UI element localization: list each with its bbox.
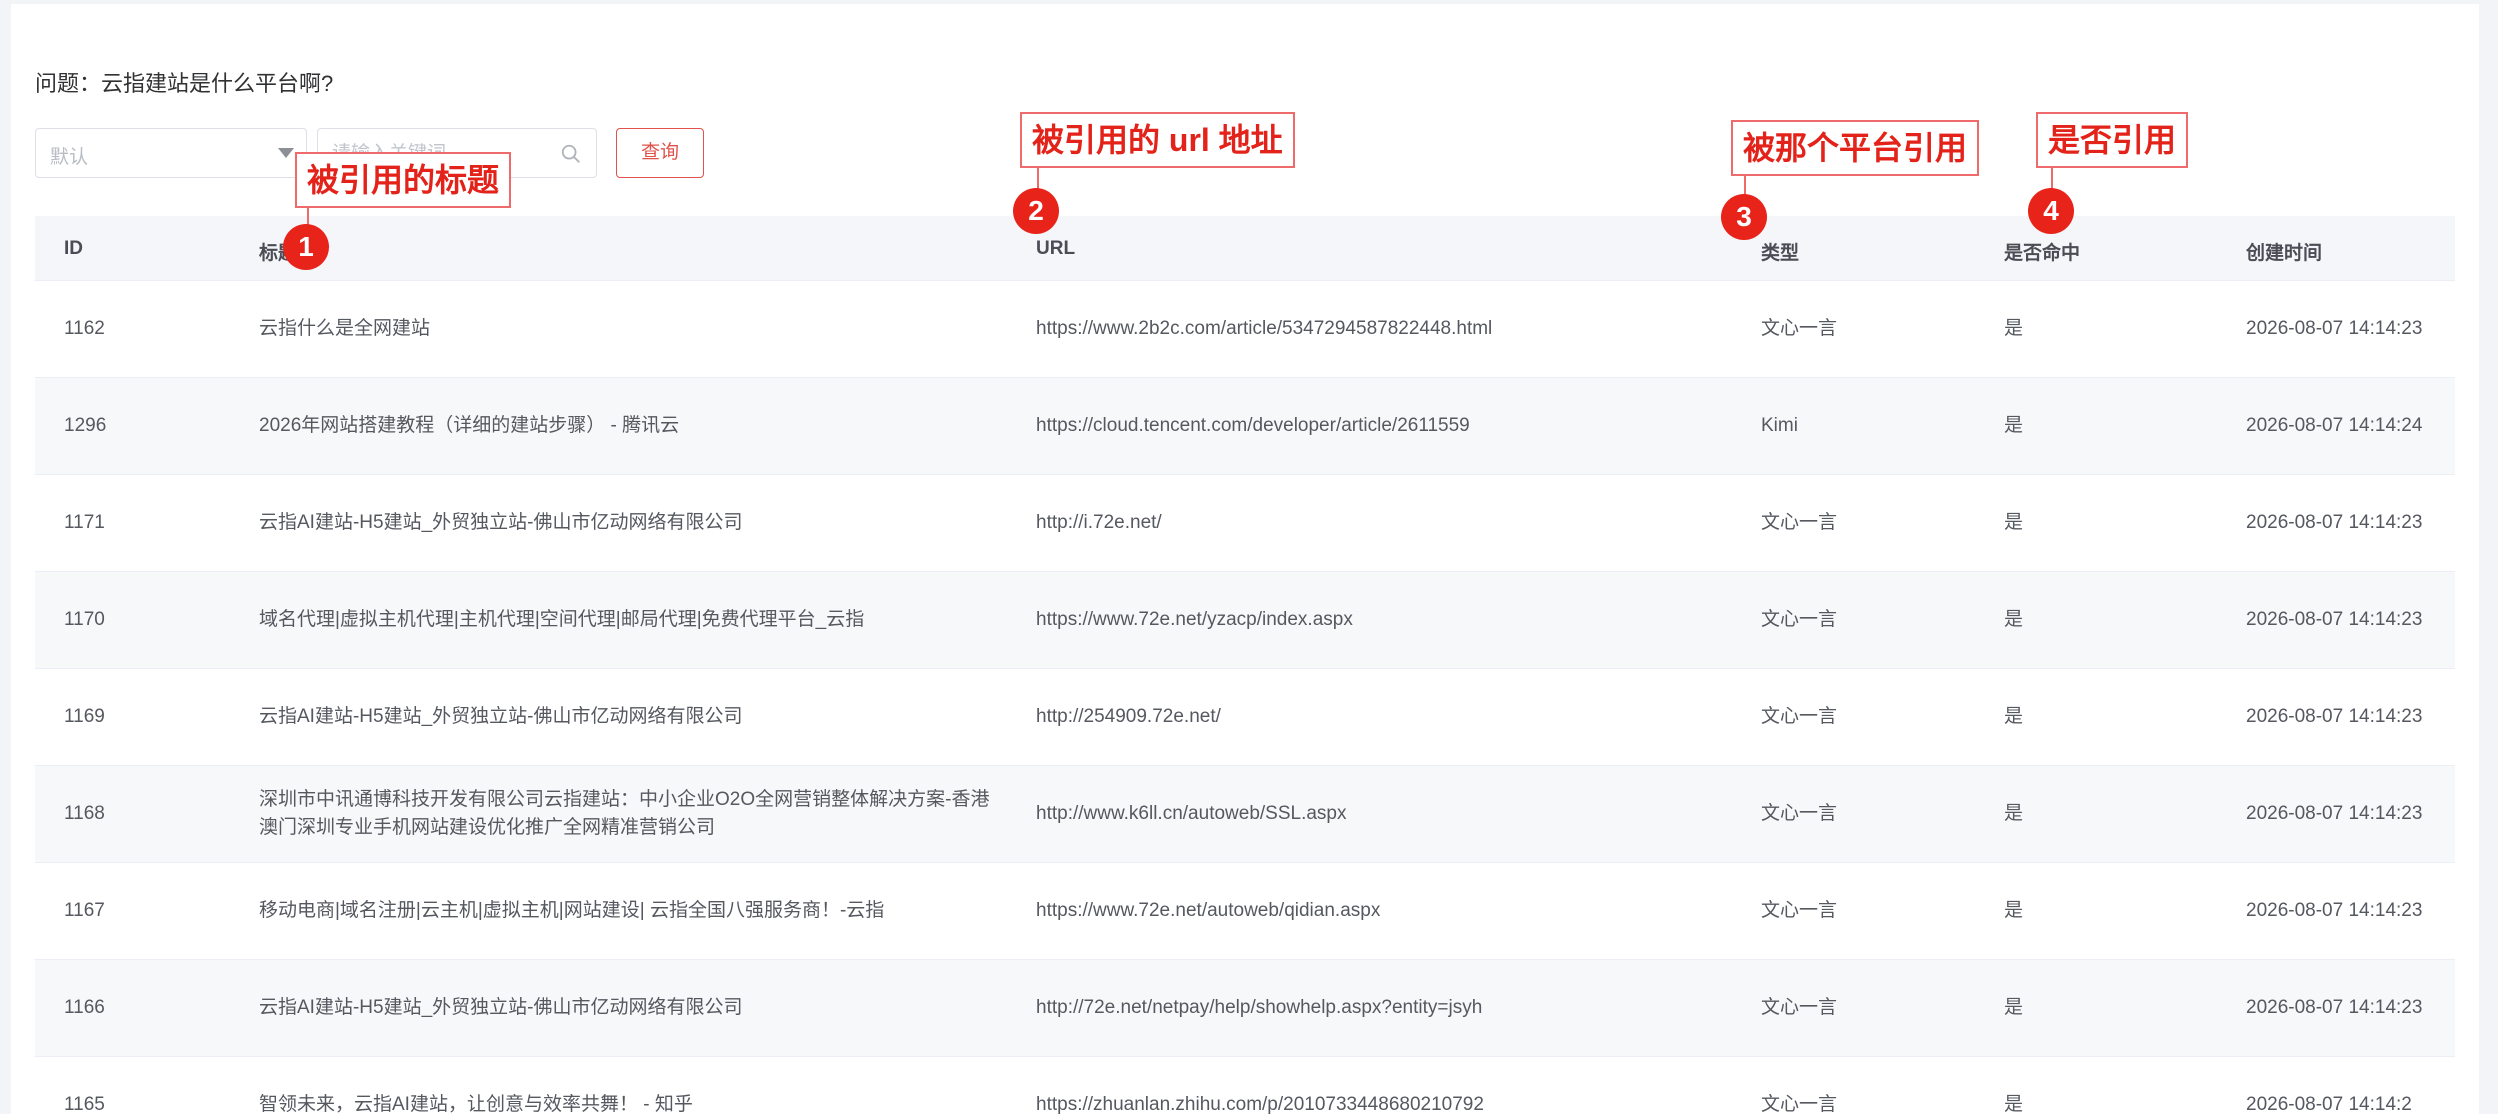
search-icon[interactable] [560, 143, 582, 165]
filter-select[interactable]: 默认 [35, 128, 307, 178]
cell-time: 2026-08-07 14:14:23 [2246, 318, 2423, 339]
cell-hit: 是 [2004, 997, 2024, 1018]
annotation-2-line [1037, 168, 1039, 190]
cell-url[interactable]: http://254909.72e.net/ [1036, 703, 1736, 731]
cell-id: 1170 [64, 609, 105, 630]
header-url[interactable]: URL [1036, 238, 1736, 260]
cell-title: 云指AI建站-H5建站_外贸独立站-佛山市亿动网络有限公司 [259, 706, 743, 727]
query-button[interactable]: 查询 [616, 128, 704, 178]
cell-title: 云指什么是全网建站 [259, 318, 431, 339]
cell-time: 2026-08-07 14:14:2 [2246, 1094, 2412, 1114]
cell-id: 1296 [64, 415, 107, 436]
cell-url[interactable]: http://i.72e.net/ [1036, 509, 1736, 537]
cell-type: 文心一言 [1761, 900, 1838, 921]
header-title[interactable]: 标题 [259, 238, 999, 265]
header-hit[interactable]: 是否命中 [2004, 238, 2154, 265]
table-row[interactable]: 1167 移动电商|域名注册|云主机|虚拟主机|网站建设| 云指全国八强服务商！… [35, 863, 2455, 960]
cell-type: 文心一言 [1761, 997, 1838, 1018]
header-time[interactable]: 创建时间 [2246, 238, 2442, 265]
cell-title: 智领未来，云指AI建站，让创意与效率共舞！ - 知乎 [259, 1094, 693, 1114]
table-header: ID 标题 URL 类型 是否命中 创建时间 [35, 216, 2455, 281]
header-id[interactable]: ID [64, 238, 214, 260]
cell-id: 1169 [64, 706, 105, 727]
cell-type: 文心一言 [1761, 318, 1838, 339]
cell-id: 1166 [64, 997, 105, 1018]
cell-id: 1168 [64, 803, 105, 824]
cell-hit: 是 [2004, 318, 2024, 339]
table-row[interactable]: 1171 云指AI建站-H5建站_外贸独立站-佛山市亿动网络有限公司 http:… [35, 475, 2455, 572]
cell-type: 文心一言 [1761, 706, 1838, 727]
table-row[interactable]: 1168 深圳市中讯通博科技开发有限公司云指建站：中小企业O2O全网营销整体解决… [35, 766, 2455, 863]
annotation-2-label: 被引用的 url 地址 [1020, 112, 1295, 168]
cell-url[interactable]: https://www.72e.net/yzacp/index.aspx [1036, 606, 1736, 634]
annotation-4-label: 是否引用 [2036, 112, 2189, 168]
annotation-3-badge: 3 [1721, 194, 1767, 240]
results-table: ID 标题 URL 类型 是否命中 创建时间 1162 云指什么是全网建站 ht… [35, 216, 2455, 1114]
cell-time: 2026-08-07 14:14:23 [2246, 706, 2423, 727]
cell-title: 域名代理|虚拟主机代理|主机代理|空间代理|邮局代理|免费代理平台_云指 [259, 609, 865, 630]
cell-id: 1171 [64, 512, 105, 533]
cell-type: 文心一言 [1761, 512, 1838, 533]
cell-time: 2026-08-07 14:14:23 [2246, 803, 2423, 824]
cell-url[interactable]: http://www.k6ll.cn/autoweb/SSL.aspx [1036, 800, 1736, 828]
cell-url[interactable]: https://zhuanlan.zhihu.com/p/20107334486… [1036, 1091, 1736, 1114]
cell-hit: 是 [2004, 415, 2024, 436]
cell-time: 2026-08-07 14:14:23 [2246, 609, 2423, 630]
cell-hit: 是 [2004, 900, 2024, 921]
annotation-1-badge: 1 [283, 224, 329, 270]
cell-type: 文心一言 [1761, 609, 1838, 630]
cell-url[interactable]: http://72e.net/netpay/help/showhelp.aspx… [1036, 994, 1736, 1022]
annotation-4-badge: 4 [2028, 188, 2074, 234]
cell-url[interactable]: https://www.2b2c.com/article/53472945878… [1036, 315, 1736, 343]
cell-time: 2026-08-07 14:14:23 [2246, 900, 2423, 921]
table-row[interactable]: 1169 云指AI建站-H5建站_外贸独立站-佛山市亿动网络有限公司 http:… [35, 669, 2455, 766]
caret-down-icon [278, 148, 294, 158]
table-row[interactable]: 1170 域名代理|虚拟主机代理|主机代理|空间代理|邮局代理|免费代理平台_云… [35, 572, 2455, 669]
table-row[interactable]: 1165 智领未来，云指AI建站，让创意与效率共舞！ - 知乎 https://… [35, 1057, 2455, 1114]
cell-title: 云指AI建站-H5建站_外贸独立站-佛山市亿动网络有限公司 [259, 997, 743, 1018]
cell-title: 云指AI建站-H5建站_外贸独立站-佛山市亿动网络有限公司 [259, 512, 743, 533]
main-panel: 问题：云指建站是什么平台啊? 默认 查询 ID 标题 URL 类型 是否命中 创… [11, 4, 2479, 1114]
question-text: 问题：云指建站是什么平台啊? [35, 71, 334, 96]
table-row[interactable]: 1296 2026年网站搭建教程（详细的建站步骤） - 腾讯云 https://… [35, 378, 2455, 475]
cell-type: Kimi [1761, 415, 1798, 436]
cell-id: 1165 [64, 1094, 105, 1114]
cell-hit: 是 [2004, 609, 2024, 630]
cell-type: 文心一言 [1761, 1094, 1838, 1114]
cell-hit: 是 [2004, 1094, 2024, 1114]
cell-title: 深圳市中讯通博科技开发有限公司云指建站：中小企业O2O全网营销整体解决方案-香港… [259, 789, 990, 838]
annotation-4-line [2051, 168, 2053, 190]
cell-hit: 是 [2004, 803, 2024, 824]
cell-url[interactable]: https://cloud.tencent.com/developer/arti… [1036, 412, 1736, 440]
table-row[interactable]: 1166 云指AI建站-H5建站_外贸独立站-佛山市亿动网络有限公司 http:… [35, 960, 2455, 1057]
header-type[interactable]: 类型 [1761, 238, 1961, 265]
cell-hit: 是 [2004, 512, 2024, 533]
cell-time: 2026-08-07 14:14:23 [2246, 997, 2423, 1018]
cell-title: 移动电商|域名注册|云主机|虚拟主机|网站建设| 云指全国八强服务商！-云指 [259, 900, 885, 921]
annotation-3-label: 被那个平台引用 [1731, 120, 1980, 176]
annotation-1-label: 被引用的标题 [295, 152, 512, 208]
cell-type: 文心一言 [1761, 803, 1838, 824]
cell-url[interactable]: https://www.72e.net/autoweb/qidian.aspx [1036, 897, 1736, 925]
cell-time: 2026-08-07 14:14:24 [2246, 415, 2423, 436]
filter-select-value: 默认 [50, 147, 89, 168]
cell-title: 2026年网站搭建教程（详细的建站步骤） - 腾讯云 [259, 415, 680, 436]
cell-time: 2026-08-07 14:14:23 [2246, 512, 2423, 533]
cell-id: 1162 [64, 318, 105, 339]
annotation-2-badge: 2 [1013, 188, 1059, 234]
cell-id: 1167 [64, 900, 105, 921]
cell-hit: 是 [2004, 706, 2024, 727]
table-row[interactable]: 1162 云指什么是全网建站 https://www.2b2c.com/arti… [35, 281, 2455, 378]
